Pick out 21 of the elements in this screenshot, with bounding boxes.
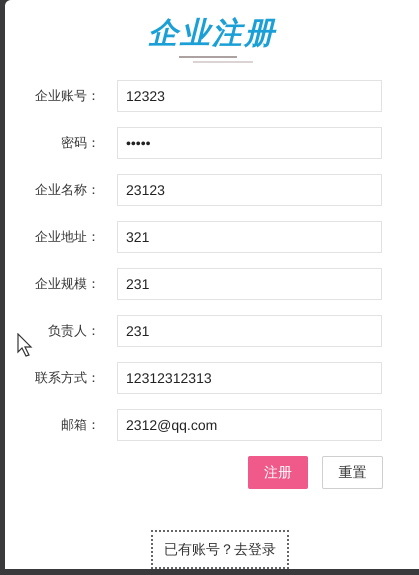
- input-field[interactable]: 321: [117, 221, 382, 253]
- input-field[interactable]: 231: [117, 315, 382, 347]
- title-underline-icon: [179, 56, 253, 63]
- input-field[interactable]: 12312312313: [117, 362, 382, 394]
- input-field[interactable]: 2312@qq.com: [117, 409, 382, 441]
- field-label: 联系方式：: [34, 369, 101, 388]
- field-label: 密码：: [60, 134, 101, 152]
- login-link[interactable]: 已有账号？去登录: [151, 530, 289, 569]
- field-label: 企业规模：: [34, 275, 101, 294]
- field-label: 负责人：: [47, 322, 101, 340]
- input-field[interactable]: 12323: [117, 80, 382, 112]
- input-field[interactable]: 231: [117, 268, 382, 300]
- page-title: 企业注册: [148, 16, 276, 52]
- field-label: 邮箱：: [60, 416, 101, 434]
- field-label: 企业名称：: [34, 181, 101, 200]
- field-label: 企业账号：: [34, 87, 101, 106]
- reset-button[interactable]: 重置: [322, 456, 383, 489]
- input-field[interactable]: •••••: [117, 127, 382, 159]
- pointer-icon: [17, 333, 33, 357]
- field-label: 企业地址：: [34, 228, 101, 246]
- input-field[interactable]: 23123: [117, 174, 382, 206]
